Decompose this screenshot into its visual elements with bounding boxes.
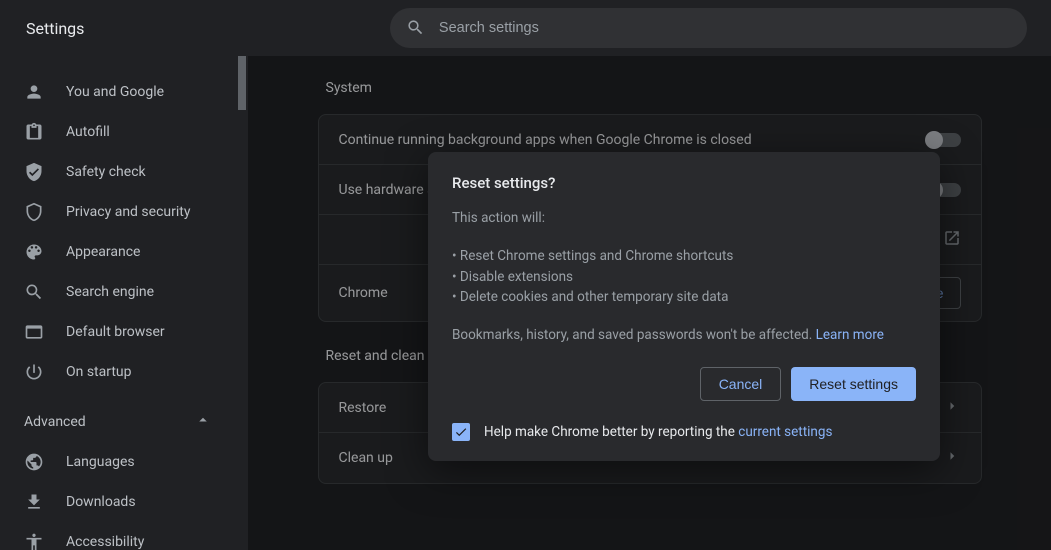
- dialog-note: Bookmarks, history, and saved passwords …: [452, 325, 916, 345]
- sidebar-scrollbar[interactable]: [236, 56, 248, 550]
- sidebar-item-privacy[interactable]: Privacy and security: [0, 192, 236, 232]
- sidebar-item-label: Privacy and security: [66, 204, 190, 220]
- sidebar-item-label: Downloads: [66, 494, 136, 510]
- autofill-icon: [24, 122, 44, 142]
- dialog-lead: This action will:: [452, 208, 916, 228]
- app-root: Settings You and Google Autofill: [0, 0, 1051, 550]
- search-bar[interactable]: [390, 8, 1027, 48]
- report-checkbox[interactable]: [452, 423, 470, 441]
- learn-more-link[interactable]: Learn more: [816, 327, 884, 343]
- sidebar-item-label: Languages: [66, 454, 135, 470]
- chevron-up-icon: [194, 411, 212, 433]
- dialog-bullet: Delete cookies and other temporary site …: [452, 287, 916, 307]
- sidebar-item-default-browser[interactable]: Default browser: [0, 312, 236, 352]
- sidebar-item-label: Safety check: [66, 164, 146, 180]
- sidebar-item-you-and-google[interactable]: You and Google: [0, 72, 236, 112]
- cancel-button[interactable]: Cancel: [700, 367, 782, 401]
- globe-icon: [24, 452, 44, 472]
- reset-settings-button[interactable]: Reset settings: [791, 367, 916, 401]
- sidebar-item-label: Accessibility: [66, 534, 144, 550]
- sidebar-item-label: On startup: [66, 364, 132, 380]
- topbar: Settings: [0, 0, 1051, 56]
- reset-settings-dialog: Reset settings? This action will: Reset …: [428, 152, 940, 461]
- palette-icon: [24, 242, 44, 262]
- sidebar-item-accessibility[interactable]: Accessibility: [0, 522, 236, 550]
- sidebar-item-label: You and Google: [66, 84, 164, 100]
- sidebar-wrap: You and Google Autofill Safety check Pri…: [0, 56, 248, 550]
- accessibility-icon: [24, 532, 44, 550]
- shield-icon: [24, 202, 44, 222]
- sidebar-item-autofill[interactable]: Autofill: [0, 112, 236, 152]
- footer-pre: Help make Chrome better by reporting the: [484, 424, 738, 440]
- download-icon: [24, 492, 44, 512]
- search-icon: [24, 282, 44, 302]
- person-icon: [24, 82, 44, 102]
- sidebar-item-label: Appearance: [66, 244, 140, 260]
- sidebar-item-label: Search engine: [66, 284, 154, 300]
- browser-icon: [24, 322, 44, 342]
- sidebar-item-label: Autofill: [66, 124, 110, 140]
- dialog-bullet: Disable extensions: [452, 267, 916, 287]
- safety-check-icon: [24, 162, 44, 182]
- search-input[interactable]: [439, 20, 1011, 36]
- dialog-title: Reset settings?: [452, 174, 916, 192]
- sidebar-advanced-heading[interactable]: Advanced: [0, 402, 236, 442]
- sidebar-item-languages[interactable]: Languages: [0, 442, 236, 482]
- sidebar: You and Google Autofill Safety check Pri…: [0, 56, 236, 550]
- dialog-note-text: Bookmarks, history, and saved passwords …: [452, 327, 816, 343]
- dialog-bullet: Reset Chrome settings and Chrome shortcu…: [452, 246, 916, 266]
- search-icon: [406, 18, 425, 38]
- current-settings-link[interactable]: current settings: [738, 424, 832, 440]
- dialog-actions: Cancel Reset settings: [452, 367, 916, 401]
- sidebar-item-safety-check[interactable]: Safety check: [0, 152, 236, 192]
- page-title: Settings: [0, 19, 390, 38]
- sidebar-item-on-startup[interactable]: On startup: [0, 352, 236, 392]
- dialog-bullets: Reset Chrome settings and Chrome shortcu…: [452, 246, 916, 307]
- dialog-footer-text: Help make Chrome better by reporting the…: [484, 424, 832, 440]
- sidebar-item-appearance[interactable]: Appearance: [0, 232, 236, 272]
- power-icon: [24, 362, 44, 382]
- advanced-label: Advanced: [24, 414, 86, 430]
- sidebar-item-search-engine[interactable]: Search engine: [0, 272, 236, 312]
- sidebar-item-downloads[interactable]: Downloads: [0, 482, 236, 522]
- sidebar-item-label: Default browser: [66, 324, 165, 340]
- sidebar-scrollbar-thumb[interactable]: [238, 56, 246, 110]
- dialog-footer: Help make Chrome better by reporting the…: [452, 423, 916, 441]
